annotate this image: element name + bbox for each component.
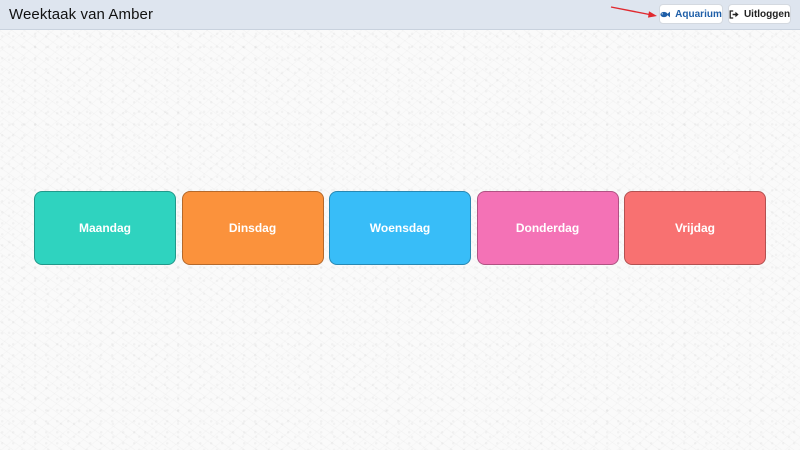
fish-icon — [660, 11, 671, 18]
day-card-label: Vrijdag — [674, 221, 715, 235]
day-card-label: Woensdag — [369, 221, 431, 235]
sign-out-icon — [729, 9, 739, 19]
day-card-vrijdag[interactable]: Vrijdag — [624, 191, 766, 265]
day-card-dinsdag[interactable]: Dinsdag — [181, 191, 324, 265]
header-actions: Aquarium Uitloggen — [659, 4, 791, 24]
day-card-woensdag[interactable]: Woensdag — [329, 191, 471, 265]
day-card-label: Donderdag — [515, 221, 580, 235]
logout-button[interactable]: Uitloggen — [728, 4, 791, 24]
day-card-maandag[interactable]: Maandag — [34, 191, 176, 265]
aquarium-button[interactable]: Aquarium — [659, 4, 723, 24]
weekday-list: Maandag Dinsdag Woensdag Donderdag Vrijdag — [34, 191, 766, 265]
day-card-donderdag[interactable]: Donderdag — [476, 191, 619, 265]
day-card-label: Maandag — [78, 221, 131, 235]
day-card-label: Dinsdag — [228, 221, 277, 235]
page-title: Weektaak van Amber — [9, 6, 154, 23]
logout-button-label: Uitloggen — [743, 8, 791, 20]
aquarium-button-label: Aquarium — [675, 8, 722, 20]
top-bar: Weektaak van Amber Aquarium Uitloggen — [0, 0, 800, 30]
